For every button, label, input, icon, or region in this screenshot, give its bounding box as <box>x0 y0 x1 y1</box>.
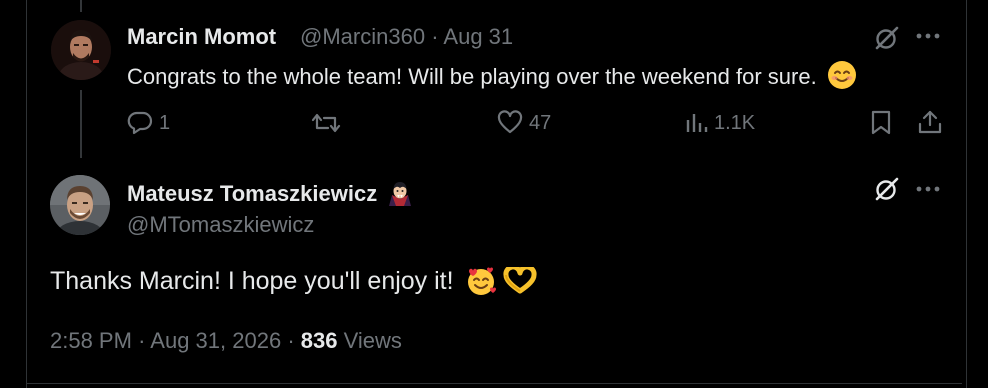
reply-handle-date: @Marcin360 · Aug 31 <box>300 24 513 50</box>
grok-slash-icon[interactable] <box>873 24 901 52</box>
meta-separator-1: · <box>138 328 146 353</box>
views-action[interactable]: 1.1K <box>684 110 755 136</box>
bookmark-button[interactable] <box>870 110 892 136</box>
reply-bubble-icon <box>127 110 153 136</box>
retweet-icon <box>311 110 341 136</box>
like-action[interactable]: 47 <box>497 110 551 136</box>
main-tweet-text-line: Thanks Marcin! I hope you'll enjoy it! <box>50 264 537 304</box>
smiling-face-emoji <box>827 60 857 96</box>
views-total: 836 <box>300 328 338 353</box>
reply-author-name[interactable]: Marcin Momot <box>127 24 276 50</box>
reply-text-line: Congrats to the whole team! Will be play… <box>127 60 857 96</box>
main-tweet-time[interactable]: 2:58 PM <box>50 328 132 353</box>
reply-date[interactable]: Aug 31 <box>443 24 513 49</box>
main-author-handle[interactable]: @MTomaszkiewicz <box>127 212 314 238</box>
thread-line-top <box>80 0 82 12</box>
views-count: 1.1K <box>714 111 756 134</box>
smiling-face-with-hearts-emoji <box>465 265 497 304</box>
left-column-border <box>26 0 27 388</box>
share-button[interactable] <box>917 109 943 135</box>
bookmark-icon <box>870 110 892 136</box>
main-tweet-text: Thanks Marcin! I hope you'll enjoy it! <box>50 267 454 295</box>
thread-line-connector <box>80 90 82 158</box>
share-upload-icon <box>917 109 943 135</box>
bottom-divider <box>26 383 962 384</box>
main-author-name-line: Mateusz Tomaszkiewicz <box>127 180 413 212</box>
main-tweet-meta: 2:58 PM · Aug 31, 2026 · 836 Views <box>50 328 402 354</box>
more-horizontal-icon[interactable] <box>916 185 940 193</box>
main-author-avatar[interactable] <box>50 175 110 235</box>
main-author-name[interactable]: Mateusz Tomaszkiewicz <box>127 181 377 206</box>
views-label: Views <box>343 328 402 353</box>
like-count: 47 <box>529 111 552 134</box>
bar-chart-icon <box>684 110 708 136</box>
reply-count: 1 <box>159 111 171 134</box>
reply-separator: · <box>431 24 439 49</box>
reply-author-avatar[interactable] <box>51 20 111 80</box>
vampire-emoji <box>387 180 413 212</box>
main-tweet-date[interactable]: Aug 31, 2026 <box>150 328 281 353</box>
more-horizontal-icon[interactable] <box>916 32 940 40</box>
right-column-border <box>966 0 967 388</box>
heart-icon <box>497 110 523 136</box>
reply-action[interactable]: 1 <box>127 110 170 136</box>
reply-text: Congrats to the whole team! Will be play… <box>127 64 817 89</box>
retweet-action[interactable] <box>311 110 347 136</box>
reply-author-handle[interactable]: @Marcin360 <box>300 24 425 49</box>
heart-hands-emoji <box>503 264 537 302</box>
meta-separator-2: · <box>287 328 295 353</box>
grok-slash-icon[interactable] <box>873 175 901 203</box>
